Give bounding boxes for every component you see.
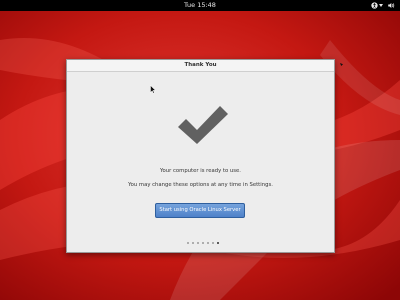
initial-setup-dialog: Thank You Your computer is ready to use.… xyxy=(66,59,335,253)
page-dot-active xyxy=(217,242,219,244)
start-using-button[interactable]: Start using Oracle Linux Server xyxy=(155,203,245,218)
page-dot xyxy=(187,242,189,244)
chevron-down-icon[interactable] xyxy=(379,4,383,7)
accessibility-icon[interactable] xyxy=(371,2,378,9)
dialog-title: Thank You xyxy=(184,62,217,68)
settings-message: You may change these options at any time… xyxy=(128,182,273,188)
dialog-header: Thank You xyxy=(67,60,334,72)
page-dot xyxy=(207,242,209,244)
pointer-dot-icon xyxy=(340,63,343,66)
ready-message: Your computer is ready to use. xyxy=(160,168,241,174)
clock[interactable]: Tue 15:48 xyxy=(0,0,400,11)
page-dot xyxy=(197,242,199,244)
top-panel: Tue 15:48 xyxy=(0,0,400,11)
page-dot xyxy=(192,242,194,244)
page-dot xyxy=(212,242,214,244)
volume-icon[interactable] xyxy=(387,2,395,9)
checkmark-icon xyxy=(178,106,228,144)
mouse-cursor-icon xyxy=(150,85,156,94)
page-indicator xyxy=(187,241,227,245)
page-dot xyxy=(202,242,204,244)
